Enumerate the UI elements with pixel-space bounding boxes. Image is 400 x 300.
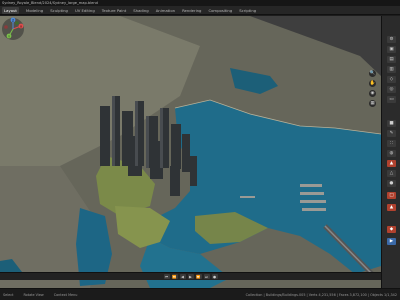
city-scene <box>0 16 381 288</box>
data-icon[interactable]: △ <box>387 170 396 177</box>
status-hint-rotate: Rotate View <box>23 292 44 297</box>
properties-toolbar: ⚙ ▣ ▤ ▥ ◇ ◎ ▭ ■ ✎ ∷ ◍ ▲ △ ● □ ▲ ◆ ▶ <box>381 16 400 288</box>
status-bar: Select Rotate View Context Menu Collecti… <box>0 288 400 300</box>
record-icon[interactable]: ● <box>211 274 218 279</box>
play-icon[interactable]: ▶ <box>187 274 194 279</box>
window-title: Sydney_Royale_Blend/2024/Sydney_large_ma… <box>2 1 98 5</box>
tab-rendering[interactable]: Rendering <box>182 8 201 13</box>
camera-icon[interactable]: ◉ <box>369 90 376 97</box>
world-icon[interactable]: ◎ <box>387 86 396 93</box>
constraints-icon[interactable]: ▲ <box>387 160 396 167</box>
zoom-icon[interactable]: 🔍 <box>369 70 376 77</box>
tab-animation[interactable]: Animation <box>156 8 175 13</box>
pan-icon[interactable]: ✋ <box>369 80 376 87</box>
physics-icon[interactable]: ◍ <box>387 150 396 157</box>
tab-uv-editing[interactable]: UV Editing <box>75 8 95 13</box>
grid-icon[interactable]: ▦ <box>369 100 376 107</box>
texture-icon[interactable]: □ <box>387 192 396 199</box>
play-reverse-icon[interactable]: ◀ <box>179 274 186 279</box>
tool-icon[interactable]: ⚙ <box>387 36 396 43</box>
material-icon[interactable]: ● <box>387 180 396 187</box>
gizmo-y-label: Y <box>8 34 10 38</box>
next-keyframe-icon[interactable]: ⏩ <box>195 274 202 279</box>
output-icon[interactable]: ▤ <box>387 56 396 63</box>
timeline-controls: ⏮ ⏪ ◀ ▶ ⏩ ⏭ ● <box>0 272 381 280</box>
render-icon[interactable]: ▣ <box>387 46 396 53</box>
output-properties-icon[interactable]: ◆ <box>387 226 396 233</box>
3d-viewport[interactable]: X Y Z 🔍 ✋ ◉ ▦ <box>0 16 381 288</box>
collection-icon[interactable]: ▭ <box>387 96 396 103</box>
scene-statistics: Collection | Buildings/Buildings.005 | V… <box>245 292 397 297</box>
tab-layout[interactable]: Layout <box>2 6 19 14</box>
tab-sculpting[interactable]: Sculpting <box>50 8 68 13</box>
jump-end-icon[interactable]: ⏭ <box>203 274 210 279</box>
particles-icon[interactable]: ∷ <box>387 140 396 147</box>
prev-keyframe-icon[interactable]: ⏪ <box>171 274 178 279</box>
tab-texture-paint[interactable]: Texture Paint <box>102 8 127 13</box>
tab-shading[interactable]: Shading <box>133 8 148 13</box>
status-hint-select: Select <box>3 292 14 297</box>
tab-modeling[interactable]: Modeling <box>26 8 43 13</box>
shader-icon[interactable]: ▲ <box>387 204 396 211</box>
workspace-tabs: Layout Modeling Sculpting UV Editing Tex… <box>0 6 400 15</box>
gizmo-z-label: Z <box>12 18 14 22</box>
tab-scripting[interactable]: Scripting <box>239 8 256 13</box>
modifier-icon[interactable]: ✎ <box>387 130 396 137</box>
jump-start-icon[interactable]: ⏮ <box>163 274 170 279</box>
view-layer-icon[interactable]: ▥ <box>387 66 396 73</box>
orientation-gizmo[interactable]: X Y Z <box>0 16 26 42</box>
gizmo-x-label: X <box>20 24 22 28</box>
status-hint-context-menu: Context Menu <box>53 292 78 297</box>
scene-icon[interactable]: ◇ <box>387 76 396 83</box>
viewport-nav-controls: 🔍 ✋ ◉ ▦ <box>369 70 376 107</box>
tab-compositing[interactable]: Compositing <box>208 8 232 13</box>
object-icon[interactable]: ■ <box>387 120 396 127</box>
selected-tool-icon[interactable]: ▶ <box>387 238 396 245</box>
